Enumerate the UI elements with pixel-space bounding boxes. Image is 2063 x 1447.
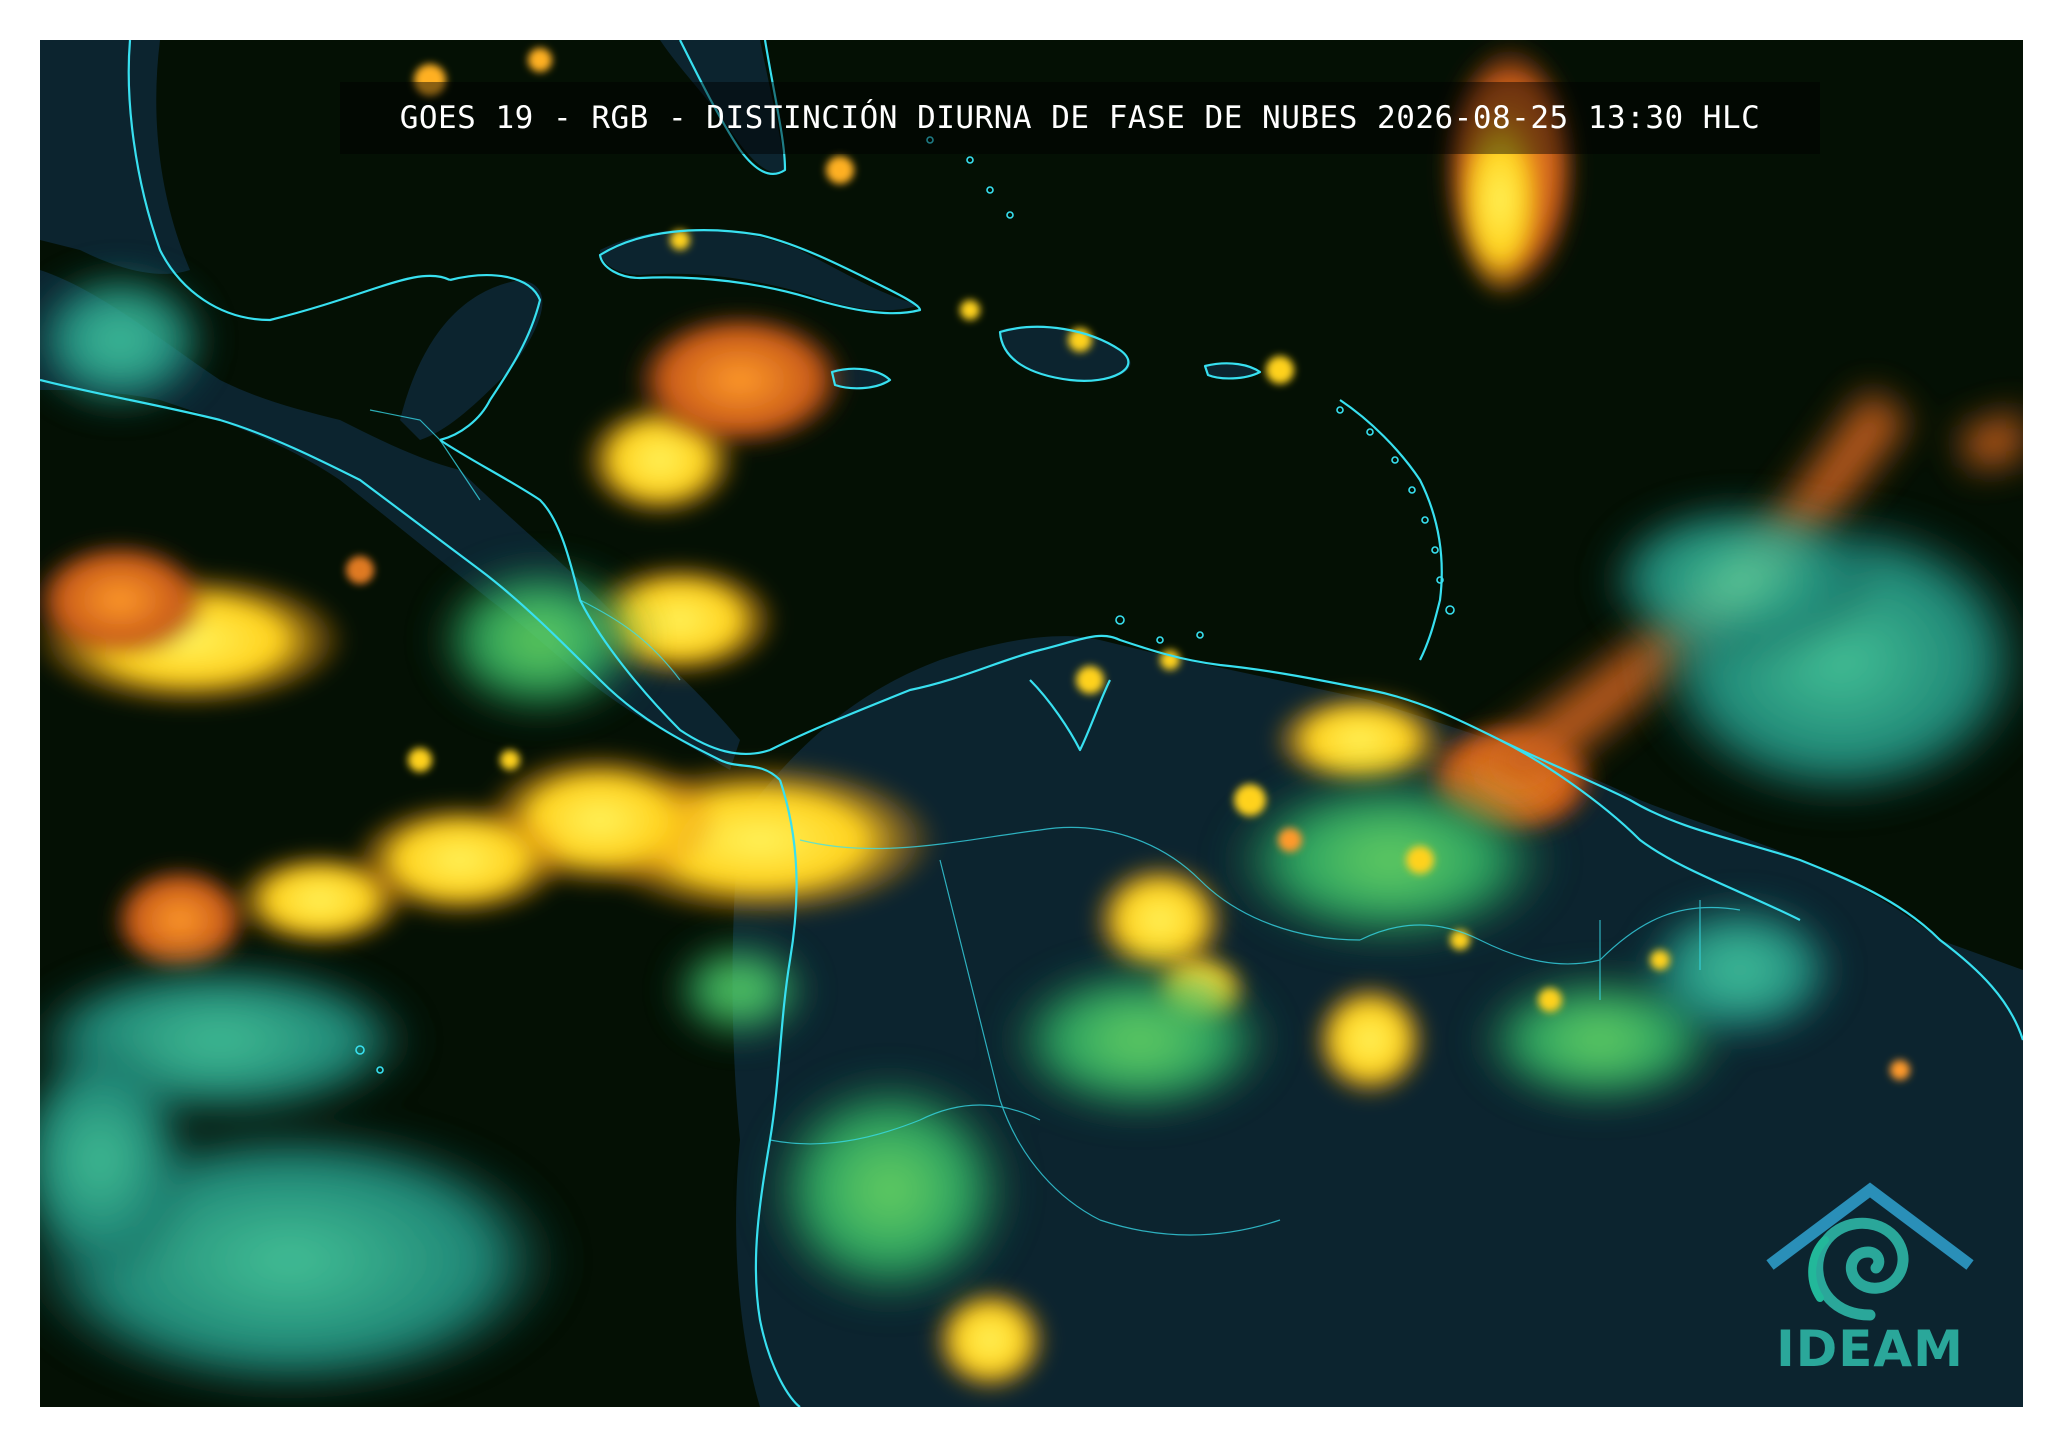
ideam-swirl-house-icon [1766, 1182, 1974, 1321]
logo-text: IDEAM [1776, 1320, 1964, 1378]
satellite-image-frame: GOES 19 - RGB - DISTINCIÓN DIURNA DE FAS… [40, 40, 2023, 1407]
ideam-logo: IDEAM [1750, 1170, 1990, 1390]
image-title: GOES 19 - RGB - DISTINCIÓN DIURNA DE FAS… [399, 100, 1761, 136]
satellite-map [40, 40, 2023, 1407]
title-bar: GOES 19 - RGB - DISTINCIÓN DIURNA DE FAS… [340, 82, 1820, 154]
